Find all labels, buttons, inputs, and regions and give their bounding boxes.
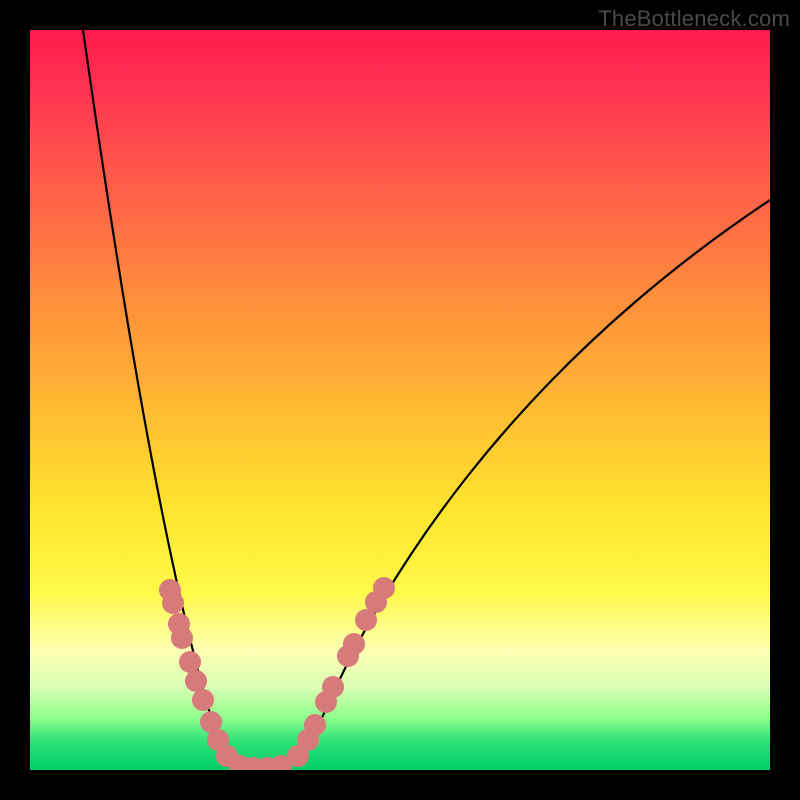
chart-svg — [30, 30, 770, 770]
bead-point — [192, 689, 214, 711]
bead-point — [185, 670, 207, 692]
bead-point — [179, 651, 201, 673]
chart-plot-area — [30, 30, 770, 770]
watermark-text: TheBottleneck.com — [598, 6, 790, 32]
bead-point — [171, 627, 193, 649]
bead-point — [162, 592, 184, 614]
bead-point — [373, 577, 395, 599]
bead-group — [159, 577, 395, 770]
right-curve — [275, 200, 770, 770]
left-curve — [83, 30, 245, 770]
bead-point — [322, 676, 344, 698]
bead-point — [304, 714, 326, 736]
bead-point — [343, 633, 365, 655]
